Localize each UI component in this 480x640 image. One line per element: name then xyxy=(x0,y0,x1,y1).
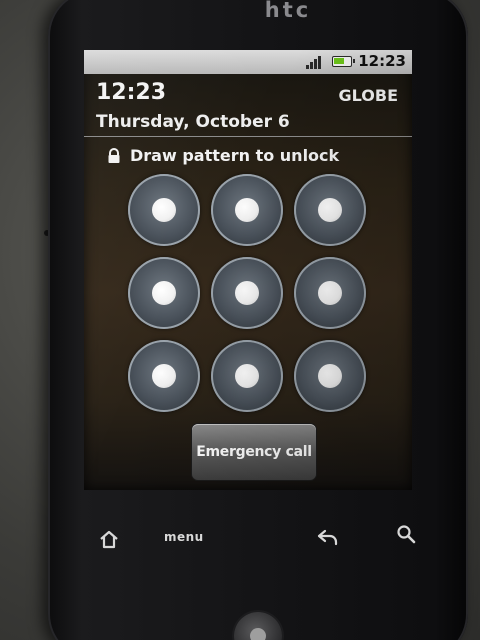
lock-screen: 12:23 12:23 GLOBE Thursday, October 6 Dr… xyxy=(84,50,412,490)
pattern-node-dot xyxy=(235,364,259,388)
unlock-instruction-text: Draw pattern to unlock xyxy=(130,146,340,165)
signal-icon xyxy=(306,55,326,69)
status-time: 12:23 xyxy=(358,52,406,70)
pattern-node-dot xyxy=(152,198,176,222)
pattern-node[interactable] xyxy=(294,174,366,246)
pattern-node[interactable] xyxy=(211,174,283,246)
pattern-node[interactable] xyxy=(128,340,200,412)
menu-key[interactable]: menu xyxy=(164,530,204,544)
lock-date: Thursday, October 6 xyxy=(96,112,290,132)
battery-level xyxy=(334,58,344,64)
battery-icon xyxy=(332,56,355,67)
search-icon[interactable] xyxy=(396,524,416,544)
pattern-node[interactable] xyxy=(128,174,200,246)
brand-logo: htc xyxy=(264,0,312,22)
lock-clock: 12:23 xyxy=(96,80,167,105)
pattern-node-dot xyxy=(152,364,176,388)
pattern-node[interactable] xyxy=(294,340,366,412)
photo-scene: htc 12:23 12:23 GLOBE Thursday, October … xyxy=(0,0,480,640)
header-divider xyxy=(84,136,412,137)
status-bar: 12:23 xyxy=(84,50,412,74)
pattern-node-dot xyxy=(318,364,342,388)
pattern-node-dot xyxy=(235,281,259,305)
pattern-node-dot xyxy=(235,198,259,222)
pattern-grid[interactable] xyxy=(128,174,376,422)
carrier-name: GLOBE xyxy=(338,86,398,105)
pattern-node-dot xyxy=(318,198,342,222)
pattern-node[interactable] xyxy=(128,257,200,329)
emergency-call-button[interactable]: Emergency call xyxy=(192,424,316,480)
back-icon[interactable] xyxy=(316,528,340,546)
lock-icon xyxy=(108,147,120,163)
home-icon[interactable] xyxy=(98,528,120,550)
pattern-node[interactable] xyxy=(211,340,283,412)
pattern-node-dot xyxy=(152,281,176,305)
pattern-node-dot xyxy=(318,281,342,305)
pattern-node[interactable] xyxy=(211,257,283,329)
pattern-node[interactable] xyxy=(294,257,366,329)
unlock-instruction: Draw pattern to unlock xyxy=(106,146,339,165)
